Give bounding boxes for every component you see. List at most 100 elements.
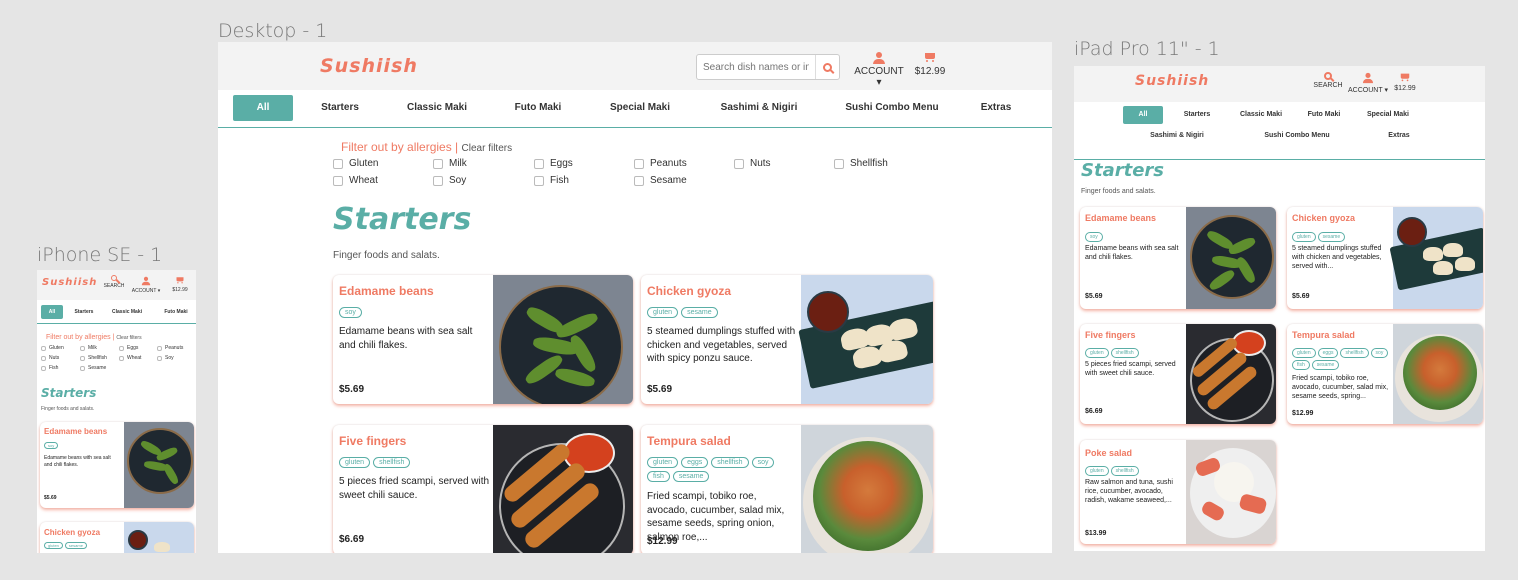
clear-filters-link[interactable]: Clear filters [116, 335, 141, 341]
account-menu[interactable]: ACCOUNT ▾ [129, 275, 163, 294]
checkbox[interactable] [41, 345, 46, 351]
tab-classic-maki[interactable]: Classic Maki [1234, 111, 1288, 118]
cart-total: $12.99 [914, 66, 946, 77]
tab-all[interactable]: All [41, 305, 63, 319]
tab-extras[interactable]: Extras [1384, 132, 1414, 139]
clear-filters-link[interactable]: Clear filters [462, 143, 513, 154]
checkbox[interactable] [80, 345, 85, 351]
search-label: SEARCH [1313, 82, 1343, 89]
dish-card-five-fingers[interactable]: Five fingers gluten shellfish 5 pieces f… [1080, 324, 1276, 424]
checkbox[interactable] [80, 355, 85, 361]
filter-milk[interactable]: Milk [80, 345, 97, 351]
logo[interactable]: Sushiish [320, 55, 418, 77]
filter-wheat[interactable]: Wheat [119, 355, 141, 361]
checkbox[interactable] [534, 158, 544, 169]
filter-soy[interactable]: Soy [157, 355, 174, 361]
dish-price: $6.69 [339, 534, 365, 545]
tab-sushi-combo-menu[interactable]: Sushi Combo Menu [1260, 132, 1334, 139]
checkbox[interactable] [119, 345, 124, 351]
account-menu[interactable]: ACCOUNT ▾ [852, 52, 906, 88]
filter-nuts[interactable]: Nuts [734, 158, 771, 169]
dish-card-five-fingers[interactable]: Five fingers gluten shellfish 5 pieces f… [333, 425, 633, 553]
filter-wheat[interactable]: Wheat [333, 175, 378, 186]
filter-label: Shellfish [850, 158, 888, 169]
tab-classic-maki[interactable]: Classic Maki [402, 102, 472, 113]
filter-shellfish[interactable]: Shellfish [80, 355, 107, 361]
filter-eggs[interactable]: Eggs [119, 345, 138, 351]
filter-eggs[interactable]: Eggs [534, 158, 573, 169]
checkbox[interactable] [157, 345, 162, 351]
search-input[interactable] [697, 55, 815, 79]
filter-gluten[interactable]: Gluten [333, 158, 378, 169]
tab-futo-maki[interactable]: Futo Maki [509, 102, 567, 113]
tab-special-maki[interactable]: Special Maki [1360, 111, 1416, 118]
tab-classic-maki[interactable]: Classic Maki [109, 309, 145, 315]
dish-name: Tempura salad [1292, 330, 1355, 340]
tab-starters[interactable]: Starters [312, 102, 368, 113]
filter-sesame[interactable]: Sesame [80, 365, 106, 371]
tab-all[interactable]: All [1123, 106, 1163, 124]
dish-name: Edamame beans [1085, 213, 1157, 223]
dish-card-gyoza[interactable]: Chicken gyoza gluten sesame 5 steamed du… [641, 275, 933, 404]
tab-sashimi-nigiri[interactable]: Sashimi & Nigiri [1146, 132, 1208, 139]
dish-card-gyoza[interactable]: Chicken gyoza gluten sesame 5 steamed du… [1287, 207, 1483, 309]
tab-futo-maki[interactable]: Futo Maki [161, 309, 191, 315]
checkbox[interactable] [80, 365, 85, 371]
dish-card-poke-salad[interactable]: Poke salad gluten shellfish Raw salmon a… [1080, 440, 1276, 544]
checkbox[interactable] [834, 158, 844, 169]
cart-icon [924, 52, 936, 62]
dish-card-gyoza[interactable]: Chicken gyoza gluten sesame [40, 522, 194, 553]
tab-special-maki[interactable]: Special Maki [603, 102, 677, 113]
search-button[interactable]: SEARCH [1310, 72, 1346, 89]
tab-starters[interactable]: Starters [71, 309, 97, 315]
tag: soy [44, 442, 59, 449]
tag: gluten [1292, 348, 1316, 358]
logo[interactable]: Sushiish [42, 277, 97, 288]
filter-peanuts[interactable]: Peanuts [634, 158, 687, 169]
checkbox[interactable] [634, 158, 644, 169]
dish-card-edamame[interactable]: Edamame beans soy Edamame beans with sea… [333, 275, 633, 404]
tab-extras[interactable]: Extras [976, 102, 1016, 113]
cart-button[interactable]: $12.99 [912, 52, 948, 77]
dish-card-edamame[interactable]: Edamame beans soy Edamame beans with sea… [1080, 207, 1276, 309]
cart-button[interactable]: $12.99 [1390, 72, 1420, 92]
logo[interactable]: Sushiish [1135, 73, 1209, 89]
cart-button[interactable]: $12.99 [167, 275, 193, 293]
tab-sashimi-nigiri[interactable]: Sashimi & Nigiri [716, 102, 802, 113]
search-button[interactable] [815, 55, 839, 79]
dish-card-tempura-salad[interactable]: Tempura salad gluten eggs shellfish soy … [1287, 324, 1483, 424]
dish-card-tempura-salad[interactable]: Tempura salad gluten eggs shellfish soy … [641, 425, 933, 553]
tab-all[interactable]: All [233, 95, 293, 121]
tag-list: soy [1085, 232, 1103, 242]
filter-soy[interactable]: Soy [433, 175, 466, 186]
checkbox[interactable] [41, 365, 46, 371]
filter-milk[interactable]: Milk [433, 158, 467, 169]
tab-sushi-combo-menu[interactable]: Sushi Combo Menu [840, 102, 944, 113]
filter-gluten[interactable]: Gluten [41, 345, 64, 351]
filter-peanuts[interactable]: Peanuts [157, 345, 183, 351]
checkbox[interactable] [333, 175, 343, 186]
checkbox[interactable] [333, 158, 343, 169]
dish-card-edamame[interactable]: Edamame beans soy Edamame beans with sea… [40, 422, 194, 508]
checkbox[interactable] [634, 175, 644, 186]
tag-list: gluten sesame [647, 307, 718, 318]
checkbox[interactable] [534, 175, 544, 186]
filter-sesame[interactable]: Sesame [634, 175, 687, 186]
filter-shellfish[interactable]: Shellfish [834, 158, 888, 169]
checkbox[interactable] [433, 158, 443, 169]
filter-fish[interactable]: Fish [41, 365, 58, 371]
search-button[interactable]: SEARCH [101, 275, 127, 289]
tab-starters[interactable]: Starters [1174, 111, 1220, 118]
account-menu[interactable]: ACCOUNT ▾ [1346, 72, 1390, 94]
checkbox[interactable] [157, 355, 162, 361]
checkbox[interactable] [41, 355, 46, 361]
filter-nuts[interactable]: Nuts [41, 355, 59, 361]
tab-futo-maki[interactable]: Futo Maki [1302, 111, 1346, 118]
filter-fish[interactable]: Fish [534, 175, 569, 186]
search-box[interactable] [696, 54, 840, 80]
search-label: SEARCH [103, 283, 125, 289]
filter-label: Wheat [349, 175, 378, 186]
checkbox[interactable] [734, 158, 744, 169]
checkbox[interactable] [433, 175, 443, 186]
checkbox[interactable] [119, 355, 124, 361]
